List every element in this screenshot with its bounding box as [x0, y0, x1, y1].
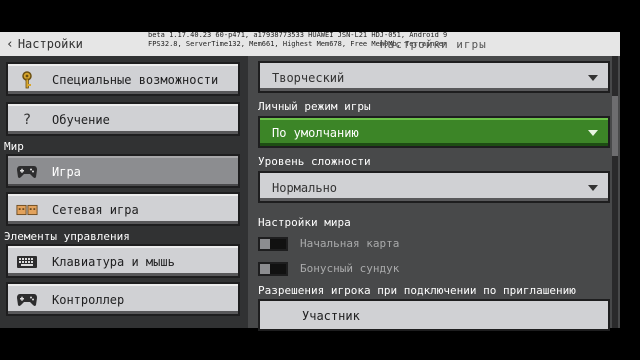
sidebar-item-controller[interactable]: Контроллер [6, 282, 240, 316]
gamemode-value: Творческий [272, 71, 345, 85]
sidebar-item-label: Игра [52, 165, 81, 179]
question-icon: ? [22, 112, 32, 128]
difficulty-value: Нормально [272, 181, 338, 195]
sidebar-item-label: Обучение [52, 113, 110, 127]
chevron-left-icon: ‹ [6, 37, 14, 52]
chevron-down-icon [588, 185, 598, 191]
chevron-down-icon [588, 130, 598, 136]
sidebar-item-multiplayer[interactable]: Сетевая игра [6, 192, 240, 226]
sidebar-item-label: Специальные возможности [52, 73, 219, 87]
permissions-label: Разрешения игрока при подключении по при… [258, 284, 576, 297]
permissions-dropdown[interactable]: Участник [258, 299, 610, 331]
back-button[interactable]: ‹ Настройки [6, 32, 83, 56]
personal-mode-label: Личный режим игры [258, 100, 371, 113]
sidebar: Специальные возможности ? Обучение Мир И… [0, 56, 245, 328]
section-world-label: Мир [4, 140, 24, 153]
difficulty-label: Уровень сложности [258, 155, 371, 168]
section-controls-label: Элементы управления [4, 230, 130, 243]
personal-mode-value: По умолчанию [272, 126, 359, 140]
permissions-value: Участник [302, 309, 360, 323]
sidebar-item-label: Клавиатура и мышь [52, 255, 175, 269]
gamepad-icon [16, 163, 38, 181]
sidebar-item-label: Контроллер [52, 293, 125, 307]
header-bar: ‹ Настройки beta 1.17.40.23 60-p471, a179… [0, 31, 620, 56]
back-label: Настройки [17, 37, 83, 51]
controller-icon [16, 291, 38, 309]
sidebar-item-game[interactable]: Игра [6, 154, 240, 188]
scrollbar[interactable] [612, 56, 618, 328]
multiplayer-icon [16, 201, 38, 219]
starting-map-label: Начальная карта [300, 237, 400, 250]
key-icon [16, 71, 38, 89]
difficulty-dropdown[interactable]: Нормально [258, 171, 610, 203]
keyboard-icon [16, 253, 38, 271]
world-settings-label: Настройки мира [258, 216, 351, 229]
page-title: Настройки игры [380, 38, 487, 51]
settings-panel: Творческий Личный режим игры По умолчани… [248, 56, 620, 331]
sidebar-item-tutorial[interactable]: ? Обучение [6, 102, 240, 136]
bonus-chest-label: Бонусный сундук [300, 262, 400, 275]
gamemode-dropdown[interactable]: Творческий [258, 61, 610, 93]
sidebar-item-label: Сетевая игра [52, 203, 139, 217]
scrollbar-thumb[interactable] [612, 96, 618, 156]
chevron-down-icon [588, 75, 598, 81]
sidebar-item-accessibility[interactable]: Специальные возможности [6, 62, 240, 96]
bonus-chest-toggle[interactable] [258, 262, 288, 276]
personal-mode-dropdown[interactable]: По умолчанию [258, 116, 610, 148]
starting-map-toggle[interactable] [258, 237, 288, 251]
sidebar-item-keyboard[interactable]: Клавиатура и мышь [6, 244, 240, 278]
